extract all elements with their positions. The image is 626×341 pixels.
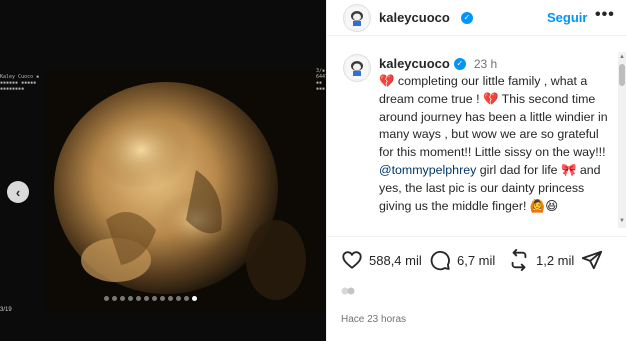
liked-by-avatars-icon[interactable]: [341, 287, 355, 295]
media-counter: 3/19: [0, 307, 12, 313]
like-count[interactable]: 588,4 mil: [369, 253, 422, 268]
caption-avatar[interactable]: [343, 54, 371, 82]
scan-overlay-right-text: 3/▪ 6447▪ ▪▪ ▪▪▪: [316, 68, 326, 92]
caption-scrollbar[interactable]: ▲ ▼: [618, 52, 626, 228]
repost-icon: [511, 249, 527, 271]
carousel-dot[interactable]: [104, 296, 109, 301]
post-header: kaleycuoco ✓ Seguir •••: [327, 0, 626, 36]
carousel-prev-button[interactable]: ‹: [7, 181, 29, 203]
broken-heart-emoji: 💔: [379, 74, 395, 88]
scan-overlay-left-text: Kaley Cuoco ▪ ▪▪▪▪▪▪ ▪▪▪▪▪ ▪▪▪▪▪▪▪▪: [0, 74, 40, 92]
post-timestamp[interactable]: Hace 23 horas: [341, 314, 406, 325]
broken-heart-emoji: 💔: [482, 91, 499, 106]
verified-badge-icon: ✓: [453, 57, 466, 70]
mention-link[interactable]: @tommypelphrey: [379, 163, 476, 177]
carousel-dots: [104, 296, 197, 301]
post-media-panel: Kaley Cuoco ▪ ▪▪▪▪▪▪ ▪▪▪▪▪ ▪▪▪▪▪▪▪▪ 3/▪ …: [0, 0, 326, 341]
carousel-dot[interactable]: [112, 296, 117, 301]
send-icon: [581, 250, 603, 270]
like-button[interactable]: 588,4 mil: [341, 249, 422, 271]
caption-area: kaleycuoco ✓ 23 h 💔 completing our littl…: [327, 46, 619, 226]
comment-icon: [430, 251, 450, 271]
header-username[interactable]: kaleycuoco: [379, 10, 450, 25]
carousel-dot[interactable]: [160, 296, 165, 301]
action-bar: 588,4 mil 6,7 mil 1,2 mil: [327, 236, 626, 280]
laughing-emoji: 😆: [545, 198, 559, 213]
ultrasound-photo: [46, 70, 326, 312]
comment-count[interactable]: 6,7 mil: [457, 253, 495, 268]
carousel-dot[interactable]: [168, 296, 173, 301]
carousel-dot[interactable]: [144, 296, 149, 301]
more-options-icon[interactable]: •••: [595, 6, 615, 24]
ribbon-emoji: 🎀: [561, 162, 577, 177]
post-details-panel: kaleycuoco ✓ Seguir ••• kaleycuoco ✓ 23 …: [326, 0, 626, 341]
carousel-dot[interactable]: [192, 296, 197, 301]
caption-segment: girl dad for life: [476, 162, 561, 177]
dog-avatar-icon: [346, 57, 368, 79]
ultrasound-image: [46, 70, 326, 312]
carousel-dot[interactable]: [152, 296, 157, 301]
scroll-thumb[interactable]: [619, 64, 625, 86]
avatar[interactable]: [343, 4, 371, 32]
follow-button[interactable]: Seguir: [547, 10, 587, 25]
caption-username[interactable]: kaleycuoco: [379, 56, 450, 71]
carousel-dot[interactable]: [176, 296, 181, 301]
carousel-dot[interactable]: [120, 296, 125, 301]
verified-badge-icon: ✓: [461, 12, 473, 24]
dog-avatar-icon: [346, 7, 368, 29]
scroll-down-icon[interactable]: ▼: [619, 218, 625, 224]
caption-text: 💔 completing our little family , what a …: [379, 73, 613, 215]
chevron-left-icon: ‹: [15, 184, 21, 200]
repost-button[interactable]: 1,2 mil: [508, 249, 574, 271]
gesture-emoji: 🙆: [529, 198, 546, 213]
heart-icon: [342, 251, 362, 269]
caption-time[interactable]: 23 h: [474, 57, 497, 71]
carousel-dot[interactable]: [184, 296, 189, 301]
carousel-dot[interactable]: [128, 296, 133, 301]
share-button[interactable]: [581, 249, 603, 271]
carousel-dot[interactable]: [136, 296, 141, 301]
scroll-up-icon[interactable]: ▲: [619, 54, 625, 60]
comment-button[interactable]: 6,7 mil: [429, 249, 495, 271]
repost-count[interactable]: 1,2 mil: [536, 253, 574, 268]
caption-header: kaleycuoco ✓ 23 h: [379, 56, 497, 71]
